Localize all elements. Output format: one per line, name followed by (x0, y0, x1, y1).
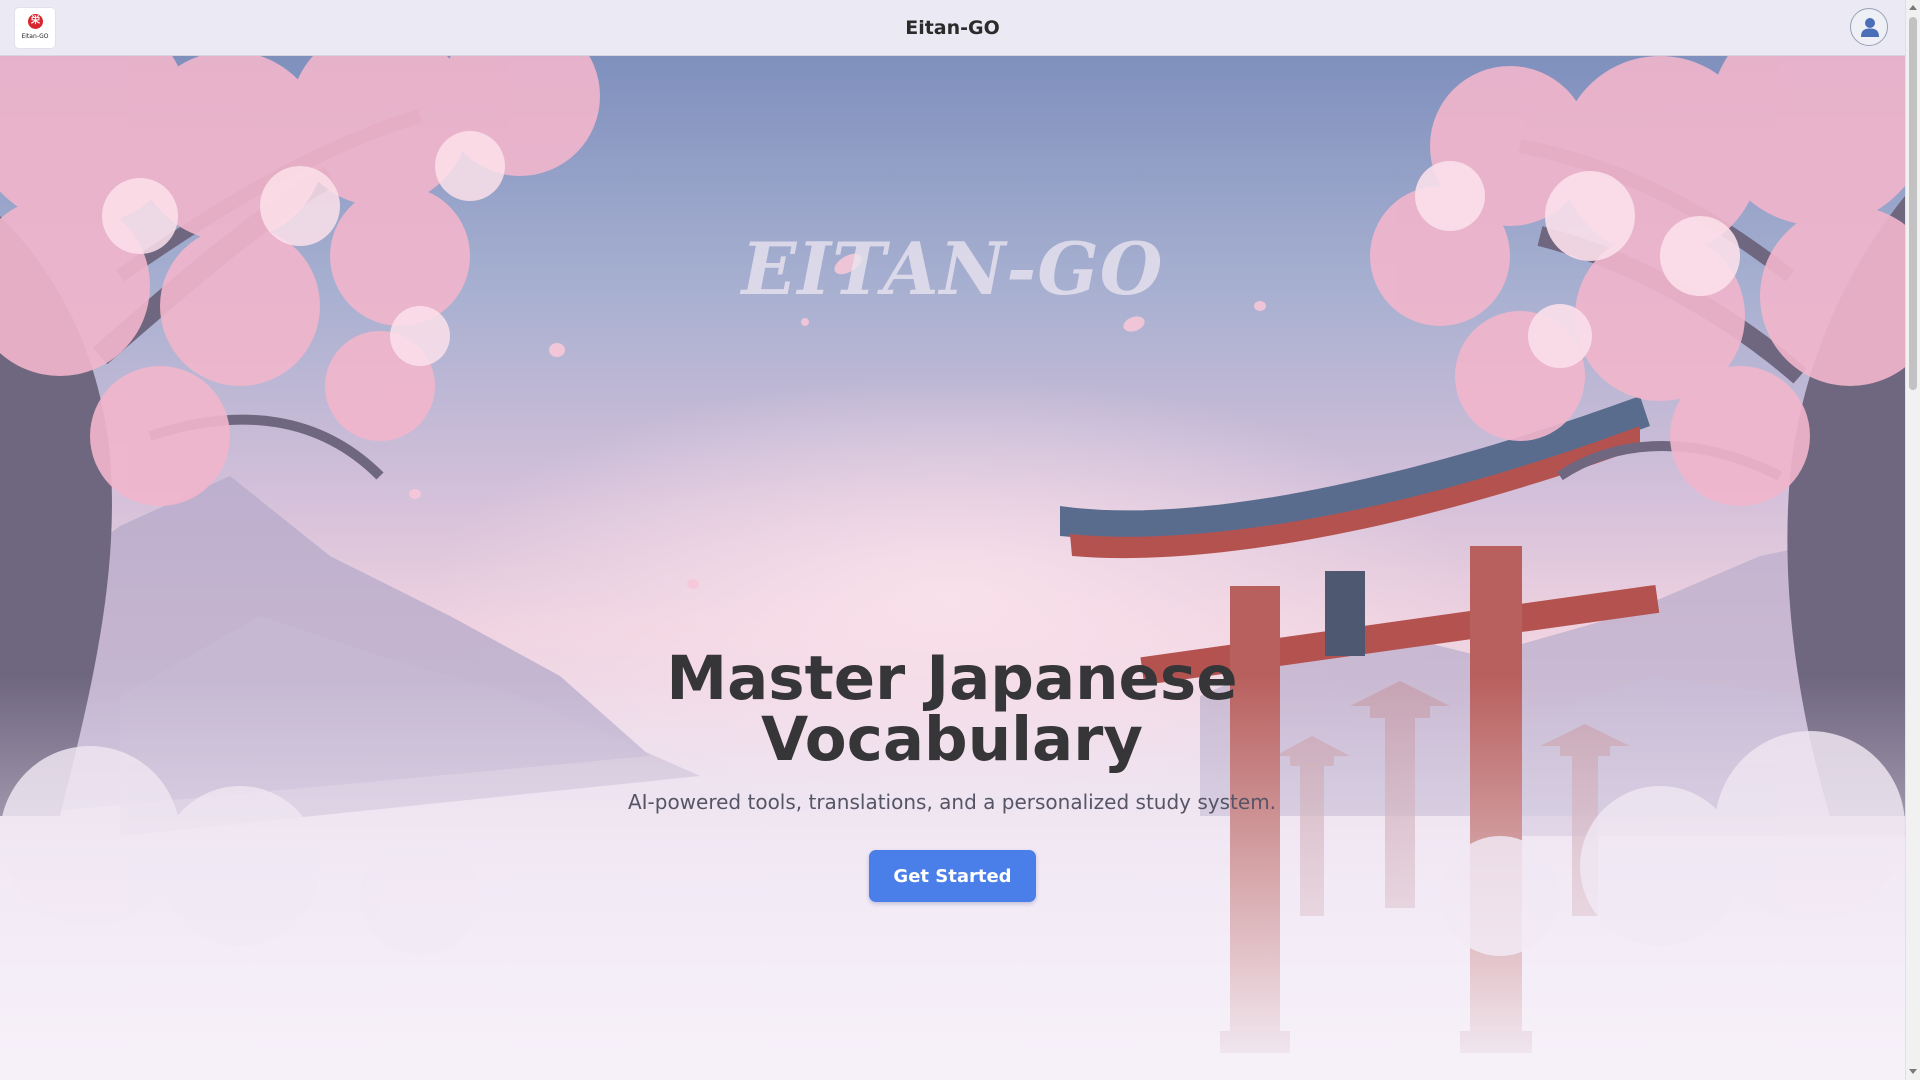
top-navbar: 栄 Eitan-GO Eitan-GO (0, 0, 1905, 56)
hero-headline: Master Japanese Vocabulary (552, 648, 1352, 770)
hero-section: EITAN-GO (0, 56, 1905, 1080)
hero-background-illustration (0, 56, 1905, 1080)
scroll-down-arrow-icon[interactable] (1909, 1069, 1917, 1074)
hero-watermark-logo: EITAN-GO (741, 226, 1164, 311)
page-scrollbar[interactable] (1905, 0, 1920, 1080)
hero-subtitle: AI-powered tools, translations, and a pe… (627, 790, 1277, 814)
scrollbar-thumb[interactable] (1909, 17, 1917, 390)
app-title: Eitan-GO (905, 17, 1000, 39)
hero-headline-line2: Vocabulary (760, 704, 1144, 775)
get-started-button[interactable]: Get Started (869, 850, 1036, 902)
user-account-button[interactable] (1850, 8, 1888, 46)
scroll-up-arrow-icon[interactable] (1909, 5, 1917, 10)
user-icon (1861, 18, 1879, 37)
